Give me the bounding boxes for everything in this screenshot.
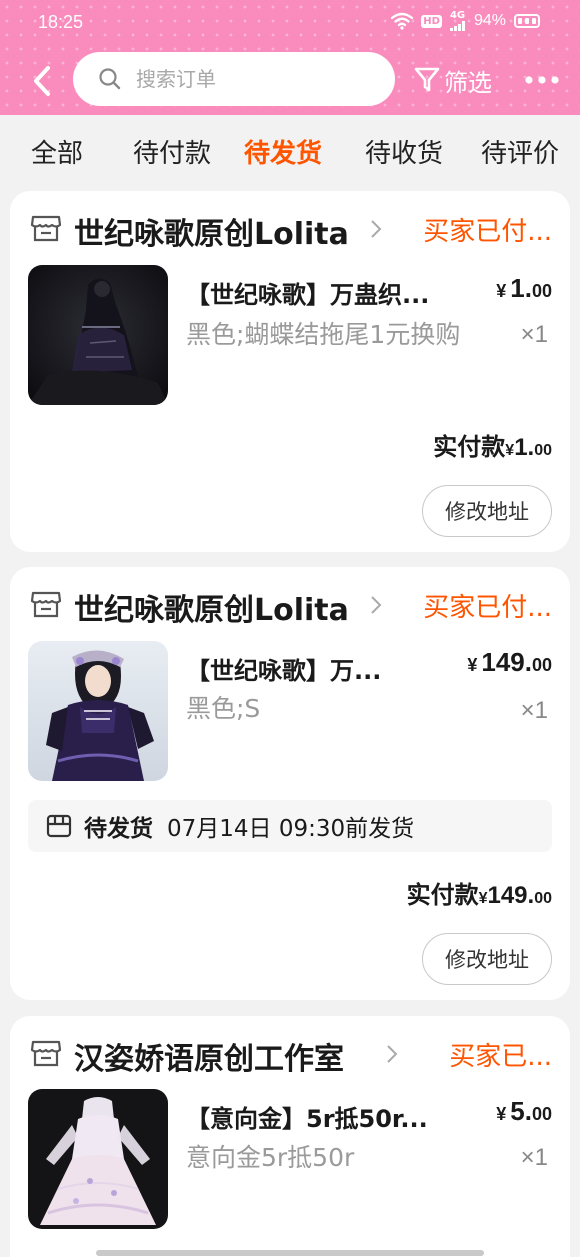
product-quantity: ×1 xyxy=(520,697,548,724)
store-icon xyxy=(30,591,62,618)
hd-badge: HD xyxy=(421,14,442,28)
home-indicator xyxy=(96,1250,484,1256)
modify-address-button[interactable]: 修改地址 xyxy=(422,933,552,985)
product-price: ¥149.00 xyxy=(467,647,552,677)
tab-all[interactable]: 全部 xyxy=(31,133,83,170)
order-card[interactable]: 世纪咏歌原创Lolita 买家已付... 【世纪咏歌】万蛊织... ¥1.00 … xyxy=(10,191,570,552)
search-bar[interactable] xyxy=(73,52,395,106)
more-dots-icon[interactable] xyxy=(524,66,560,94)
shop-name[interactable]: 汉姿娇语原创工作室 xyxy=(74,1034,344,1078)
product-image[interactable] xyxy=(28,1089,168,1229)
product-sku: 黑色;S xyxy=(186,694,261,723)
tab-pending-receipt[interactable]: 待收货 xyxy=(365,133,443,170)
signal-icon: 4G xyxy=(449,10,466,31)
battery-icon xyxy=(514,14,540,28)
product-image[interactable] xyxy=(28,641,168,781)
tab-pending-review[interactable]: 待评价 xyxy=(481,133,559,170)
paid-amount: 实付款¥149.00 xyxy=(406,881,552,909)
order-tabs: 全部 待付款 待发货 待收货 待评价 xyxy=(0,115,580,187)
product-quantity: ×1 xyxy=(520,321,548,348)
funnel-icon xyxy=(414,67,440,92)
product-sku: 意向金5r抵50r xyxy=(186,1143,355,1172)
product-quantity: ×1 xyxy=(520,1144,548,1171)
store-icon xyxy=(30,1040,62,1067)
paid-amount: 实付款¥1.00 xyxy=(433,433,552,461)
product-title[interactable]: 【世纪咏歌】万... xyxy=(186,651,416,686)
product-sku: 黑色;蝴蝶结拖尾1元换购 xyxy=(186,320,461,349)
status-bar: 18:25 HD 4G 94% xyxy=(0,0,580,44)
order-status: 买家已... xyxy=(449,1042,552,1072)
chevron-right-icon xyxy=(387,1045,398,1063)
order-card[interactable]: 汉姿娇语原创工作室 买家已... 【意向金】5r抵50r... ¥5.00 意向… xyxy=(10,1016,570,1257)
shipping-deadline: 07月14日 09:30前发货 xyxy=(167,816,415,842)
chevron-right-icon xyxy=(371,596,382,614)
order-status: 买家已付... xyxy=(423,217,552,247)
shop-header[interactable]: 汉姿娇语原创工作室 买家已... xyxy=(30,1034,552,1077)
filter-label: 筛选 xyxy=(444,68,492,97)
tab-pending-payment[interactable]: 待付款 xyxy=(133,133,211,170)
chevron-right-icon xyxy=(371,220,382,238)
back-icon[interactable] xyxy=(28,64,60,98)
order-card[interactable]: 世纪咏歌原创Lolita 买家已付... 【世纪咏歌】万... ¥ 149.00… xyxy=(10,567,570,1000)
shipping-info: 待发货 07月14日 09:30前发货 xyxy=(28,800,552,852)
shop-header[interactable]: 世纪咏歌原创Lolita 买家已付... xyxy=(30,209,552,252)
product-title[interactable]: 【世纪咏歌】万蛊织... xyxy=(186,275,476,310)
top-header: 18:25 HD 4G 94% 搜索订单 筛选 xyxy=(0,0,580,115)
package-icon xyxy=(46,814,72,838)
shop-name[interactable]: 世纪咏歌原创Lolita xyxy=(74,585,349,629)
tab-pending-shipment[interactable]: 待发货 xyxy=(244,133,322,170)
product-title[interactable]: 【意向金】5r抵50r... xyxy=(186,1099,456,1134)
order-status: 买家已付... xyxy=(423,593,552,623)
search-input[interactable] xyxy=(136,67,356,91)
shop-name[interactable]: 世纪咏歌原创Lolita xyxy=(74,209,349,253)
battery-percent: 94% xyxy=(473,12,506,29)
status-icons: HD 4G 94% xyxy=(391,11,540,31)
status-time: 18:25 xyxy=(38,12,84,32)
filter-button[interactable]: 筛选 xyxy=(414,62,492,98)
shipping-status: 待发货 xyxy=(84,816,153,842)
wifi-icon xyxy=(391,12,414,30)
network-type: 4G xyxy=(449,10,466,21)
product-image[interactable] xyxy=(28,265,168,405)
product-price: ¥1.00 xyxy=(496,273,552,303)
modify-address-button[interactable]: 修改地址 xyxy=(422,485,552,537)
store-icon xyxy=(30,215,62,242)
search-icon xyxy=(99,68,121,90)
product-price: ¥5.00 xyxy=(496,1096,552,1126)
shop-header[interactable]: 世纪咏歌原创Lolita 买家已付... xyxy=(30,585,552,628)
